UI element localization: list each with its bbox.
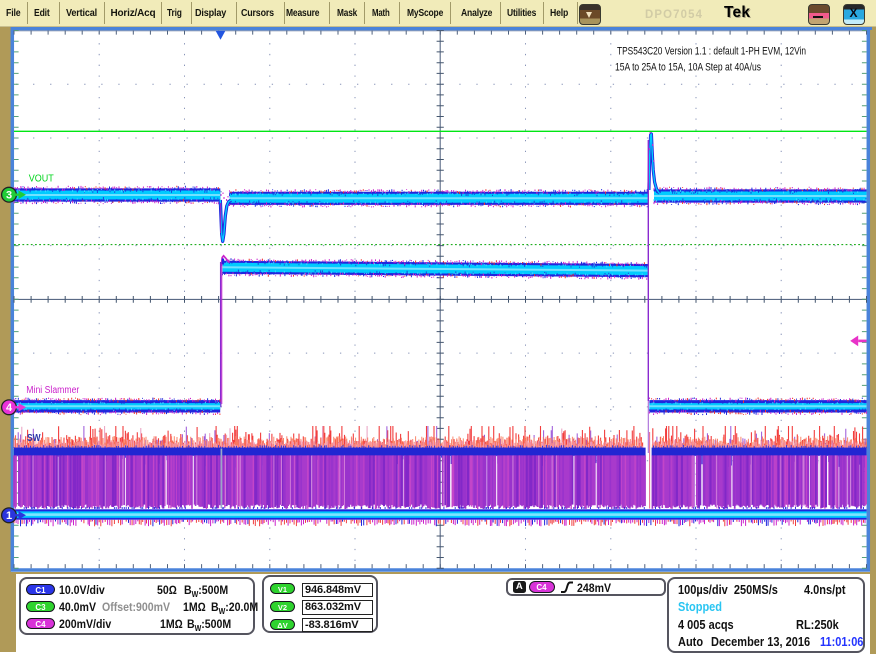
svg-text:SW: SW [27, 433, 41, 444]
svg-text:TPS543C20 Version 1.1 : defaul: TPS543C20 Version 1.1 : default 1-PH EVM… [617, 46, 806, 58]
svg-text:VOUT: VOUT [29, 174, 54, 185]
svg-text:1: 1 [6, 510, 12, 522]
svg-text:3: 3 [6, 190, 12, 202]
svg-text:4: 4 [6, 402, 13, 414]
svg-text:Mini Slammer: Mini Slammer [26, 385, 80, 396]
svg-text:15A to 25A to 15A, 10A Step at: 15A to 25A to 15A, 10A Step at 40A/us [615, 62, 761, 74]
